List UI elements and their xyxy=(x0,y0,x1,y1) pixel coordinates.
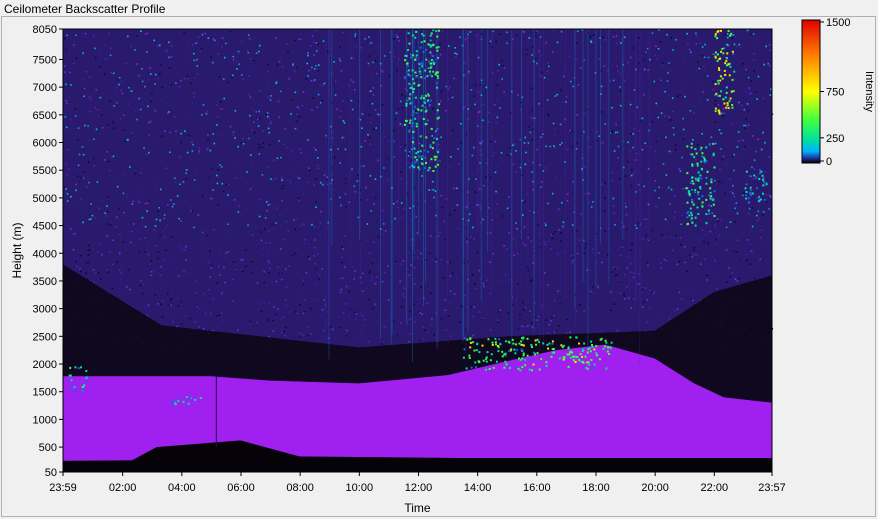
y-tick-label: 7000 xyxy=(33,82,57,94)
colorbar-label: Intensity xyxy=(863,71,875,112)
x-tick-label: 02:00 xyxy=(109,482,137,494)
y-tick-label: 2000 xyxy=(33,359,57,371)
x-tick-label: 23:59 xyxy=(49,482,77,494)
y-tick-label: 6500 xyxy=(33,110,57,122)
y-tick-label: 8050 xyxy=(33,24,57,36)
x-tick-label: 18:00 xyxy=(582,482,610,494)
y-tick-label: 6000 xyxy=(33,138,57,150)
x-tick-label: 04:00 xyxy=(168,482,196,494)
x-tick-label: 10:00 xyxy=(346,482,374,494)
x-tick-label: 14:00 xyxy=(464,482,492,494)
y-tick-label: 5500 xyxy=(33,165,57,177)
y-tick-label: 4500 xyxy=(33,221,57,233)
x-tick-label: 16:00 xyxy=(523,482,551,494)
y-tick-label: 7500 xyxy=(33,54,57,66)
y-tick-label: 1500 xyxy=(33,387,57,399)
y-tick-label: 1000 xyxy=(33,414,57,426)
x-tick-label: 12:00 xyxy=(405,482,433,494)
x-tick-label: 20:00 xyxy=(641,482,669,494)
x-tick-label: 06:00 xyxy=(227,482,255,494)
x-tick-label: 22:00 xyxy=(701,482,729,494)
plot-area xyxy=(63,29,774,472)
colorbar-gradient xyxy=(801,19,821,164)
y-tick-label: 4000 xyxy=(33,248,57,260)
colorbar-tick-label: 250 xyxy=(826,133,844,145)
y-tick-label: 3500 xyxy=(33,276,57,288)
y-tick-label: 500 xyxy=(39,442,57,454)
y-tick-label: 50 xyxy=(45,467,57,479)
colorbar-tick-label: 0 xyxy=(826,156,832,168)
colorbar-tick-label: 750 xyxy=(826,87,844,99)
y-tick-label: 2500 xyxy=(33,331,57,343)
y-tick-label: 3000 xyxy=(33,304,57,316)
colorbar-tick-label: 1500 xyxy=(826,17,850,29)
backscatter-chart: 5050010001500200025003000350040004500500… xyxy=(10,17,875,515)
y-axis-label: Height (m) xyxy=(10,222,24,278)
x-tick-label: 23:57 xyxy=(758,482,786,494)
x-tick-label: 08:00 xyxy=(286,482,314,494)
y-tick-label: 5000 xyxy=(33,193,57,205)
colorbar: 0 250 750 1500 Intensity xyxy=(801,17,875,168)
x-axis-label: Time xyxy=(404,501,431,515)
